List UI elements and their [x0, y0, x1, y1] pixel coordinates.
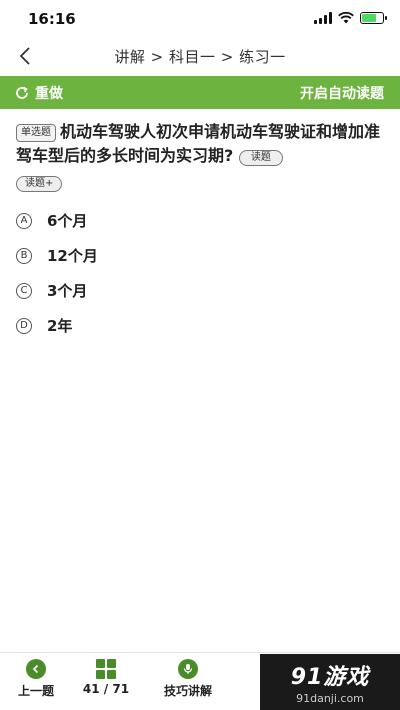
- refresh-icon: [16, 86, 28, 99]
- option-letter: C: [16, 282, 32, 299]
- question-type-badge: 单选题: [16, 124, 56, 142]
- grid-icon: [96, 659, 116, 679]
- redo-label: 重做: [35, 85, 63, 102]
- battery-icon: [360, 12, 387, 24]
- prev-question-label: 上一题: [17, 684, 54, 698]
- watermark-logo: 91游戏: [290, 665, 370, 690]
- read-question-button[interactable]: 读题: [238, 150, 283, 166]
- page-title: 讲解 > 科目一 > 练习一: [114, 48, 286, 66]
- question-text: 机动车驾驶人初次申请机动车驾驶证和增加准驾车型后的多长时间为实习期?: [16, 122, 381, 165]
- redo-button[interactable]: 重做: [14, 76, 63, 109]
- microphone-icon: [178, 659, 198, 679]
- tips-button[interactable]: 技巧讲解: [156, 653, 220, 710]
- status-time: 16:16: [28, 10, 76, 28]
- option-text: 6个月: [47, 212, 88, 230]
- progress-label: 41 / 71: [82, 682, 130, 696]
- status-bar: 16:16: [0, 0, 400, 36]
- question-index-button[interactable]: 41 / 71: [82, 653, 130, 710]
- tips-label: 技巧讲解: [163, 684, 212, 698]
- option-d[interactable]: D 2年: [16, 308, 386, 343]
- option-c[interactable]: C 3个月: [16, 273, 386, 308]
- prev-question-button[interactable]: 上一题: [12, 653, 60, 710]
- option-letter: B: [16, 247, 32, 264]
- signal-icon: [314, 12, 332, 24]
- wifi-icon: [338, 12, 354, 24]
- question: 单选题 机动车驾驶人初次申请机动车驾驶证和增加准驾车型后的多长时间为实习期? 读题…: [16, 120, 388, 194]
- option-a[interactable]: A 6个月: [16, 203, 386, 238]
- option-text: 3个月: [47, 282, 88, 300]
- watermark-url: 91danji.com: [296, 692, 364, 705]
- auto-read-button[interactable]: 开启自动读题: [300, 76, 384, 109]
- options-list: A 6个月 B 12个月 C 3个月 D 2年: [16, 203, 386, 343]
- toolbar: 重做 开启自动读题: [0, 76, 400, 109]
- option-letter: D: [16, 317, 32, 334]
- option-text: 2年: [47, 317, 73, 335]
- nav-bar: 讲解 > 科目一 > 练习一: [0, 36, 400, 76]
- option-b[interactable]: B 12个月: [16, 238, 386, 273]
- option-text: 12个月: [47, 247, 98, 265]
- read-question-plus-button[interactable]: 读题+: [16, 176, 63, 192]
- status-icons: [314, 12, 387, 24]
- option-letter: A: [16, 212, 32, 229]
- watermark: 91游戏 91danji.com: [260, 654, 400, 710]
- chevron-left-icon: [26, 659, 46, 679]
